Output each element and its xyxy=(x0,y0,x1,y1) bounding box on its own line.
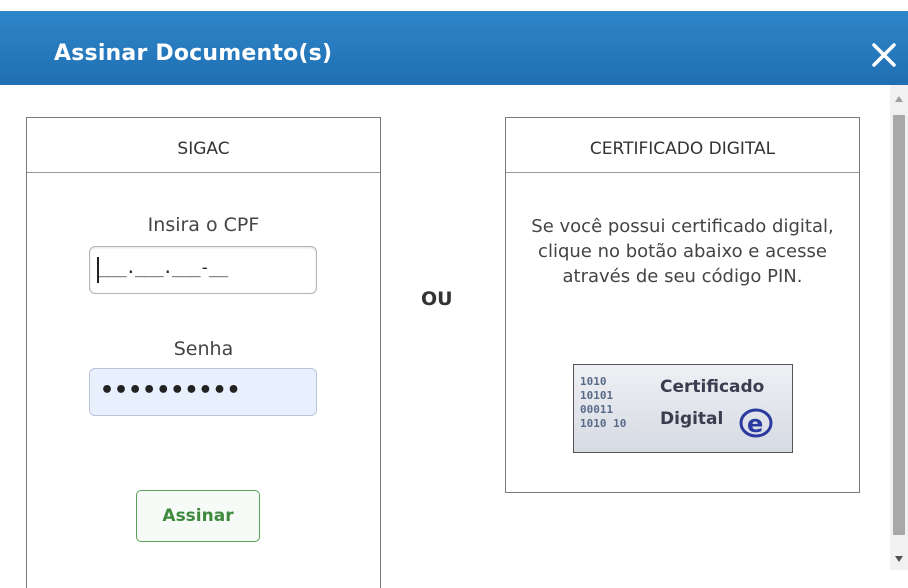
vertical-scrollbar[interactable] xyxy=(890,85,908,570)
senha-label: Senha xyxy=(173,338,234,360)
sigac-panel: SIGAC Insira o CPF ___.___.___-__ Senha … xyxy=(26,117,381,588)
certificado-panel: CERTIFICADO DIGITAL Se você possui certi… xyxy=(505,117,860,493)
sigac-header: SIGAC xyxy=(27,118,380,173)
e-icon: e xyxy=(739,408,773,438)
dialog-titlebar: Assinar Documento(s) xyxy=(0,11,908,85)
certificado-description: Se você possui certificado digital, cliq… xyxy=(531,216,834,287)
cert-button-line1: Certificado xyxy=(660,377,765,397)
assinar-button[interactable]: Assinar xyxy=(136,490,260,542)
password-dots: •••••••••• xyxy=(100,378,241,403)
scrollbar-thumb[interactable] xyxy=(893,115,905,535)
close-icon[interactable] xyxy=(866,37,902,73)
dialog-title: Assinar Documento(s) xyxy=(54,41,333,66)
scroll-down-arrow-icon[interactable] xyxy=(894,555,904,563)
certificado-header: CERTIFICADO DIGITAL xyxy=(506,118,859,173)
cpf-mask-value: ___.___.___-__ xyxy=(98,258,228,278)
cert-button-line2: Digital xyxy=(660,409,724,429)
top-strip xyxy=(0,0,908,11)
cpf-label: Insira o CPF xyxy=(147,214,260,236)
certificado-digital-button[interactable]: 1010 10101 00011 1010 10 Certificado Dig… xyxy=(573,364,793,453)
cpf-input[interactable]: ___.___.___-__ xyxy=(89,246,317,294)
scroll-up-arrow-icon[interactable] xyxy=(894,95,904,103)
senha-input[interactable]: •••••••••• xyxy=(89,368,317,416)
or-separator: OU xyxy=(421,288,453,310)
binary-pattern-icon: 1010 10101 00011 1010 10 xyxy=(580,375,627,430)
svg-text:e: e xyxy=(747,410,763,438)
